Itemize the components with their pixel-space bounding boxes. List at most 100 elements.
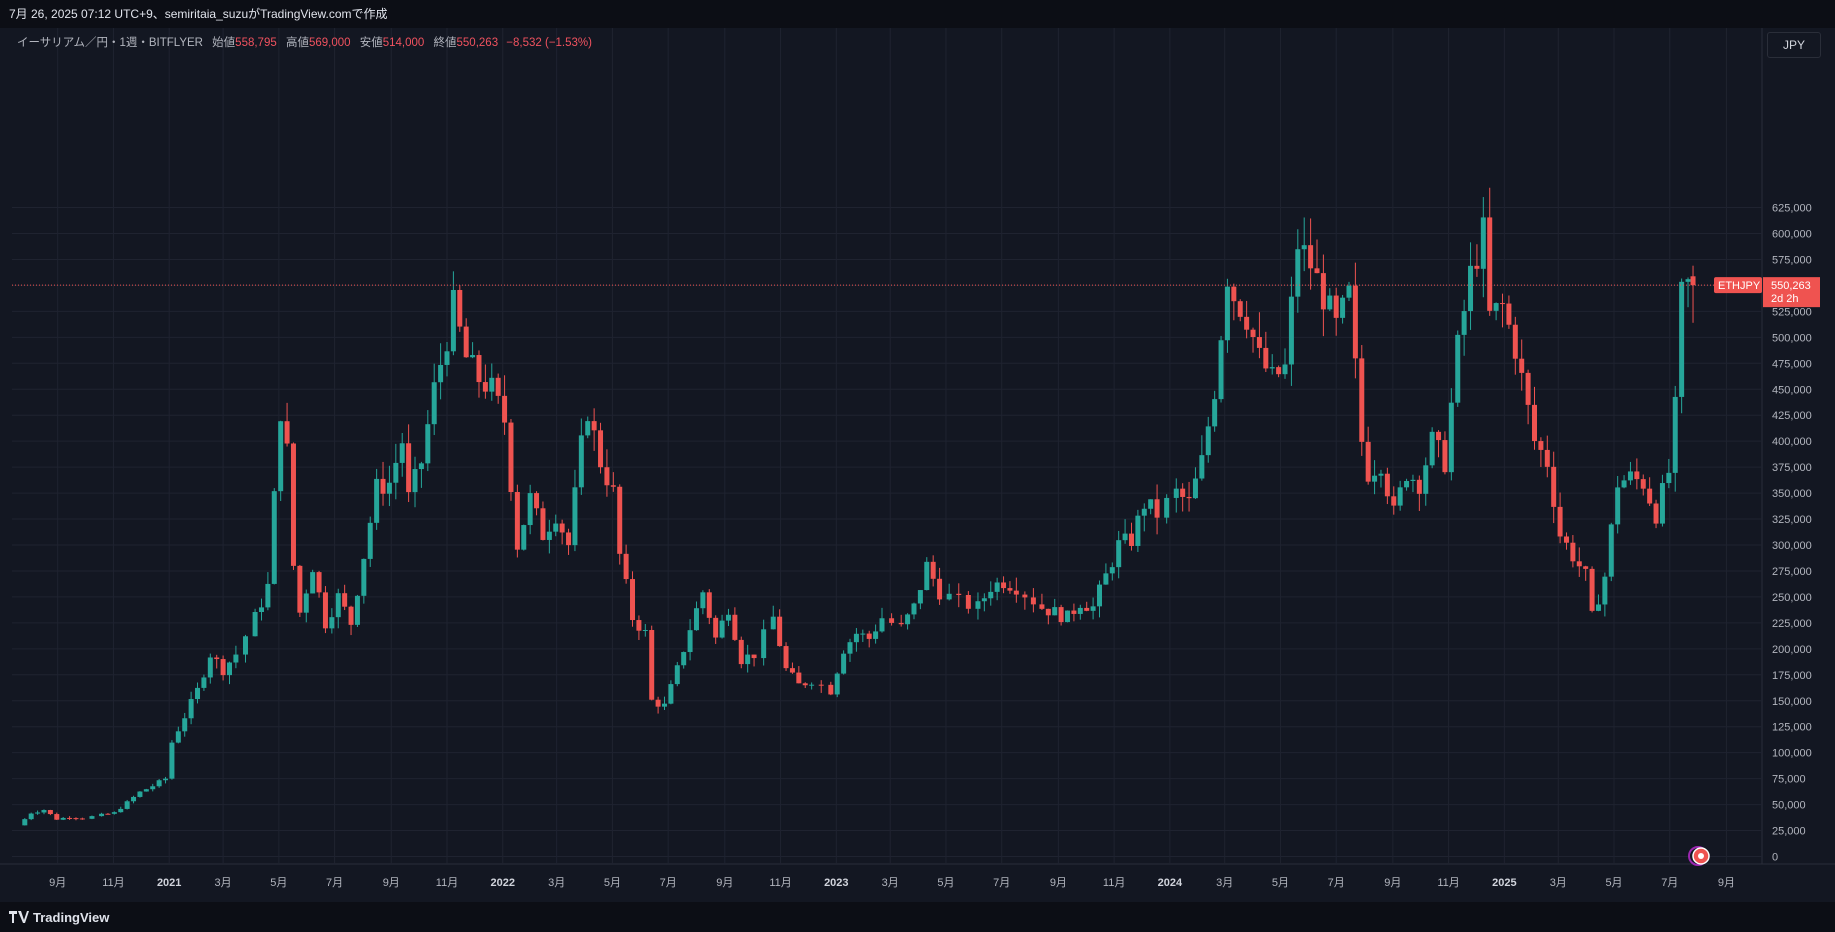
candle-body bbox=[642, 630, 648, 632]
candle-body bbox=[1532, 404, 1537, 442]
candle-body bbox=[1022, 594, 1028, 598]
y-tick-label: 225,000 bbox=[1772, 618, 1812, 630]
candle-body bbox=[156, 780, 162, 787]
currency-button[interactable]: JPY bbox=[1767, 32, 1821, 58]
low-value: 514,000 bbox=[382, 37, 425, 49]
candle-body bbox=[988, 591, 994, 599]
candle-body bbox=[348, 606, 354, 625]
x-tick-label: 5月 bbox=[937, 877, 954, 889]
candle-body bbox=[1231, 286, 1237, 302]
candle-body bbox=[1212, 399, 1218, 427]
candle-body bbox=[242, 636, 248, 655]
candle-body bbox=[1666, 472, 1672, 484]
candle-body bbox=[1391, 496, 1397, 506]
candle-body bbox=[1333, 295, 1339, 318]
candle-body bbox=[1288, 296, 1294, 365]
legend-title: イーサリアム／円・1週・BITFLYER bbox=[17, 37, 203, 49]
candle-body bbox=[188, 699, 194, 719]
candle-body bbox=[1634, 471, 1640, 480]
candle-body bbox=[809, 684, 815, 686]
y-tick-label: 0 bbox=[1772, 852, 1778, 864]
x-tick-label: 7月 bbox=[993, 877, 1010, 889]
candle-body bbox=[54, 814, 60, 820]
last-candle-body bbox=[1690, 276, 1696, 286]
candle-body bbox=[1352, 285, 1358, 359]
legend: イーサリアム／円・1週・BITFLYER 始値558,795 高値569,000… bbox=[17, 34, 592, 50]
candle-body bbox=[214, 657, 220, 660]
candle-body bbox=[489, 377, 495, 392]
open-value: 558,795 bbox=[235, 37, 277, 49]
candle-body bbox=[572, 487, 578, 546]
candle-body bbox=[1164, 497, 1170, 518]
candle-body bbox=[693, 608, 699, 631]
candle-body bbox=[1039, 604, 1045, 609]
candle-body bbox=[1141, 508, 1147, 516]
candle-body bbox=[1416, 479, 1422, 494]
candle-body bbox=[1615, 487, 1621, 525]
candle-body bbox=[834, 673, 840, 695]
candle-body bbox=[1576, 561, 1582, 567]
price-chart[interactable]: 0 25,000 50,000 75,000 100,000 125,000 150,000… bbox=[0, 28, 1835, 902]
candle-body bbox=[207, 657, 213, 678]
candle-body bbox=[937, 578, 943, 600]
candle-body bbox=[1487, 217, 1493, 311]
candle-body bbox=[297, 565, 303, 613]
candle-body bbox=[1244, 316, 1250, 330]
candle-body bbox=[668, 684, 674, 704]
candle-body bbox=[476, 355, 482, 383]
candle-body bbox=[847, 642, 853, 654]
change-value: −8,532 (−1.53%) bbox=[506, 37, 592, 49]
candle-body bbox=[1608, 524, 1614, 577]
candle-body bbox=[1685, 279, 1691, 282]
candle-body bbox=[591, 421, 597, 431]
candle-body bbox=[1084, 607, 1090, 611]
candle-body bbox=[924, 561, 930, 591]
candle-body bbox=[514, 492, 520, 550]
y-tick-label: 500,000 bbox=[1772, 332, 1812, 344]
candle-body bbox=[681, 652, 687, 666]
candle-body bbox=[559, 523, 565, 533]
candle-body bbox=[1001, 582, 1007, 589]
candle-body bbox=[700, 592, 706, 609]
candle-body bbox=[1378, 473, 1384, 476]
candle-body bbox=[1340, 297, 1346, 318]
candle-body bbox=[655, 699, 661, 707]
candle-body bbox=[898, 622, 904, 625]
x-tick-label: 3月 bbox=[548, 877, 565, 889]
chart-event-icon[interactable] bbox=[1688, 846, 1710, 866]
candle-body bbox=[751, 654, 757, 659]
candle-body bbox=[617, 486, 623, 554]
candle-body bbox=[1627, 471, 1633, 481]
candle-body bbox=[1397, 487, 1403, 506]
candle-body bbox=[35, 812, 41, 814]
candle-body bbox=[1404, 480, 1410, 488]
y-tick-label: 275,000 bbox=[1772, 566, 1812, 578]
candle-body bbox=[418, 463, 424, 470]
candle-body bbox=[1250, 329, 1256, 338]
candle-body bbox=[131, 796, 137, 802]
candle-body bbox=[412, 469, 418, 493]
candle-body bbox=[399, 443, 405, 463]
candle-body bbox=[566, 532, 572, 546]
candle-body bbox=[994, 582, 1000, 592]
candle-body bbox=[354, 595, 360, 625]
candle-body bbox=[265, 583, 271, 608]
candle-body bbox=[706, 592, 712, 618]
candle-body bbox=[1551, 466, 1557, 507]
candle-body bbox=[89, 816, 95, 819]
x-tick-label: 11月 bbox=[1437, 877, 1459, 889]
y-tick-label: 475,000 bbox=[1772, 358, 1812, 370]
x-tick-label: 5月 bbox=[270, 877, 287, 889]
candle-body bbox=[67, 817, 73, 819]
candle-body bbox=[1538, 441, 1544, 450]
candle-body bbox=[1512, 324, 1518, 359]
candle-body bbox=[1263, 347, 1269, 369]
price-label-group: ETHJPY 550,263 2d 2h bbox=[1714, 277, 1820, 308]
y-tick-label: 450,000 bbox=[1772, 384, 1812, 396]
candle-body bbox=[1173, 488, 1179, 498]
candle-body bbox=[1372, 475, 1378, 482]
candle-body bbox=[335, 593, 341, 618]
candle-body bbox=[585, 421, 591, 436]
candle-body bbox=[1301, 245, 1307, 250]
x-tick-label: 3月 bbox=[215, 877, 232, 889]
